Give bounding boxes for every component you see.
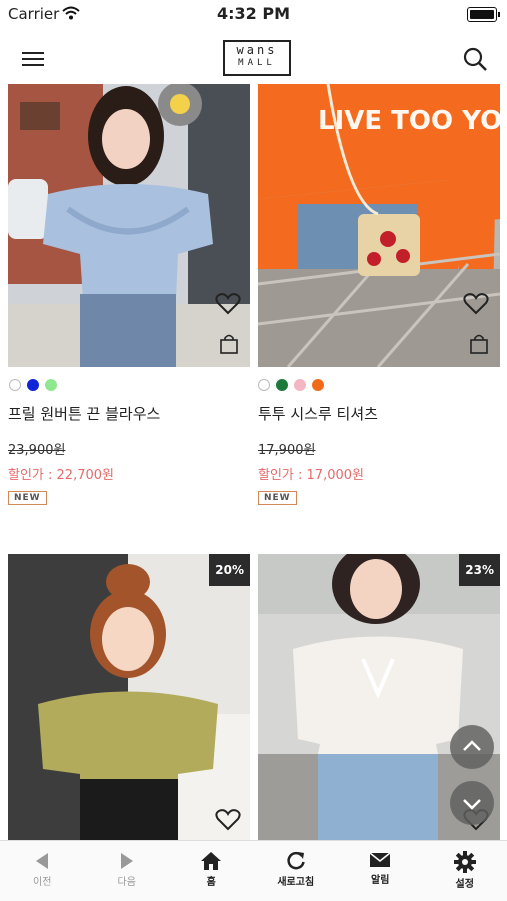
new-badge: NEW [258, 491, 297, 505]
original-price: 23,900원 [8, 439, 65, 458]
gear-icon [454, 851, 476, 873]
scroll-up-button[interactable] [450, 725, 494, 769]
nav-home-button[interactable]: 홈 [169, 841, 254, 901]
product-name[interactable]: 투투 시스루 티셔츠 [258, 403, 378, 424]
nav-forward-button[interactable]: 다음 [85, 841, 170, 901]
shopping-bag-icon[interactable] [468, 333, 490, 355]
nav-back-button[interactable]: 이전 [0, 841, 85, 901]
swatch-white[interactable] [258, 379, 270, 391]
swatch-pink[interactable] [294, 379, 306, 391]
forward-arrow-icon [118, 851, 136, 871]
product-image-blouse[interactable] [8, 84, 250, 367]
nav-forward-label: 다음 [85, 873, 170, 888]
swatch-orange[interactable] [312, 379, 324, 391]
nav-settings-button[interactable]: 설정 [423, 841, 507, 901]
scroll-down-button[interactable] [450, 781, 494, 825]
nav-settings-label: 설정 [423, 875, 507, 890]
chevron-up-icon [450, 725, 494, 769]
color-swatches [9, 379, 57, 391]
mail-icon [369, 851, 391, 869]
color-swatches [258, 379, 324, 391]
nav-refresh-label: 새로고침 [254, 873, 339, 888]
nav-back-label: 이전 [0, 873, 85, 888]
swatch-green[interactable] [45, 379, 57, 391]
swatch-blue[interactable] [27, 379, 39, 391]
wishlist-heart-icon[interactable] [463, 292, 489, 316]
back-arrow-icon [33, 851, 51, 871]
shopping-bag-icon[interactable] [218, 333, 240, 355]
refresh-icon [286, 851, 306, 871]
swatch-white[interactable] [9, 379, 21, 391]
nav-refresh-button[interactable]: 새로고침 [254, 841, 339, 901]
clock: 4:32 PM [0, 4, 507, 23]
nav-notify-label: 알림 [338, 871, 423, 886]
product-name[interactable]: 프릴 원버튼 끈 블라우스 [8, 403, 160, 424]
hamburger-icon [22, 52, 44, 54]
status-bar: Carrier 4:32 PM [0, 0, 507, 28]
sale-price: 할인가 : 22,700원 [8, 464, 114, 483]
discount-badge: 23% [459, 554, 500, 586]
wishlist-heart-icon[interactable] [215, 808, 241, 832]
brand-logo[interactable]: wans MALL [223, 40, 291, 76]
product-image-3[interactable]: 20% [8, 554, 250, 840]
sale-price: 할인가 : 17,000원 [258, 464, 364, 483]
home-icon [200, 851, 222, 871]
original-price: 17,900원 [258, 439, 315, 458]
menu-button[interactable] [22, 48, 44, 72]
nav-notify-button[interactable]: 알림 [338, 841, 423, 901]
new-badge: NEW [8, 491, 47, 505]
svg-text:LIVE TOO YOU: LIVE TOO YOU [318, 106, 500, 136]
wishlist-heart-icon[interactable] [215, 292, 241, 316]
chevron-down-icon [450, 781, 494, 825]
discount-badge: 20% [209, 554, 250, 586]
battery-icon [467, 7, 497, 22]
logo-bottom-text: MALL [225, 57, 289, 70]
product-image-tshirt[interactable]: LIVE TOO YOU [258, 84, 500, 367]
search-icon[interactable] [462, 46, 488, 72]
nav-home-label: 홈 [169, 873, 254, 888]
swatch-green[interactable] [276, 379, 288, 391]
bottom-nav: 이전 다음 홈 새로고침 알림 설정 [0, 840, 507, 901]
logo-top-text: wans [225, 44, 289, 57]
app-header: wans MALL [8, 36, 498, 84]
